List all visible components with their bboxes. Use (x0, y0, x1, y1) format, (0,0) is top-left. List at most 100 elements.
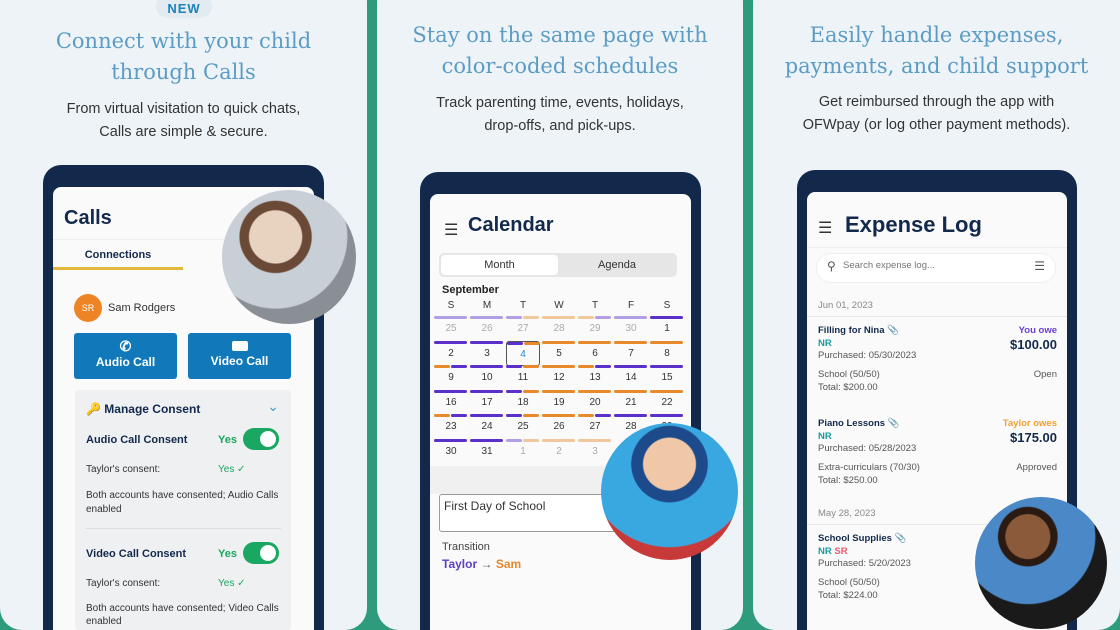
attachment-icon: 📎 (894, 533, 907, 544)
tab-month[interactable]: Month (441, 255, 558, 275)
audio-consent-message: Both accounts have consented; Audio Call… (86, 490, 279, 515)
calendar-day[interactable]: 20 (578, 389, 612, 415)
calendar-day[interactable]: 18 (506, 389, 540, 415)
parent-purple-bar (470, 316, 503, 319)
parent-orange-bar (434, 365, 450, 368)
calendar-day[interactable]: 28 (542, 316, 576, 341)
calendar-day[interactable]: 12 (542, 365, 576, 390)
calendar-day[interactable]: 1 (506, 438, 540, 464)
expense-status: Approved (1016, 462, 1057, 473)
calendar-day[interactable]: 5 (542, 340, 576, 366)
calendar-day[interactable]: 23 (434, 414, 468, 439)
calendar-day[interactable]: 2 (434, 340, 468, 366)
purchase-date: Purchased: 05/30/2023 (818, 350, 917, 361)
calendar-day[interactable]: 17 (470, 389, 504, 415)
phone-icon: ✆ (119, 338, 132, 354)
parent-purple-bar (595, 316, 611, 319)
parent-purple-bar (451, 414, 467, 417)
contact-name: Sam Rodgers (108, 302, 176, 314)
audio-consent-toggle[interactable] (243, 428, 279, 450)
calendar-day[interactable]: 8 (650, 340, 684, 366)
taylor-consent-value: Yes ✓ (218, 464, 246, 475)
parent-purple-bar (595, 414, 611, 417)
calendar-day[interactable]: 10 (470, 365, 504, 390)
calendar-day[interactable]: 13 (578, 365, 612, 390)
filter-sliders-icon[interactable]: ☰ (1034, 259, 1045, 273)
parent-purple-bar (614, 414, 647, 417)
expense-item[interactable]: Piano Lessons 📎 NR Purchased: 05/28/2023 Ex… (807, 415, 1067, 493)
search-bar[interactable]: ⚲ ☰ (817, 254, 1055, 282)
chevron-down-icon[interactable]: ⌄ (267, 398, 279, 415)
parent-orange-bar (614, 340, 647, 344)
date-header: Jun 01, 2023 (807, 300, 1067, 317)
transition-value: Taylor → Sam (442, 557, 522, 571)
calendar-day[interactable]: 27 (506, 316, 540, 341)
calendar-day[interactable]: 15 (650, 365, 684, 390)
headline: Connect with your child through Calls (55, 29, 312, 84)
month-label: September (442, 284, 499, 296)
purchase-date: Purchased: 05/28/2023 (818, 443, 917, 454)
calendar-day[interactable]: 27 (578, 414, 612, 439)
menu-icon[interactable]: ☰ (444, 220, 458, 240)
participant-tags: NR (818, 431, 832, 442)
parent-orange-bar (523, 414, 539, 417)
calendar-day[interactable]: 24 (470, 414, 504, 439)
calendar-day[interactable]: 21 (614, 389, 648, 415)
calendar-day[interactable]: 2 (542, 438, 576, 464)
search-input[interactable] (843, 260, 1013, 271)
calendar-day[interactable]: 25 (434, 316, 468, 341)
taylor-consent-label: Taylor's consent: (86, 464, 161, 475)
calendar-day[interactable]: 9 (434, 365, 468, 390)
taylor-consent-value: Yes ✓ (218, 578, 246, 589)
parent-purple-bar (434, 389, 467, 393)
calendar-day[interactable]: 6 (578, 340, 612, 366)
tab-agenda[interactable]: Agenda (559, 255, 675, 275)
calendar-day[interactable]: 29 (578, 316, 612, 341)
calendar-day[interactable]: 4 (506, 340, 540, 366)
parent-orange-bar (523, 438, 539, 442)
parent-orange-bar (542, 438, 575, 442)
calendar-day[interactable]: 14 (614, 365, 648, 390)
calendar-day[interactable]: 11 (506, 365, 540, 390)
calendar-day[interactable]: 1 (650, 316, 684, 341)
calendar-day[interactable]: 26 (470, 316, 504, 341)
parent-purple-bar (614, 365, 647, 368)
audio-call-button[interactable]: ✆ Audio Call (74, 333, 177, 379)
parent-purple-bar (506, 365, 522, 368)
phone-frame: ☰ Calendar Month Agenda September SMTWTF… (420, 172, 701, 630)
calendar-day[interactable]: 19 (542, 389, 576, 415)
calendar-day[interactable]: 22 (650, 389, 684, 415)
parent-purple-bar (506, 438, 522, 442)
calendar-day[interactable]: 7 (614, 340, 648, 366)
calendar-day[interactable]: 31 (470, 438, 504, 464)
calendar-day[interactable]: 16 (434, 389, 468, 415)
calendar-day[interactable]: 3 (470, 340, 504, 366)
owe-label: You owe (1018, 325, 1057, 336)
transition-label: Transition (442, 541, 490, 553)
video-consent-label: Video Call Consent (86, 548, 187, 560)
video-call-button[interactable]: Video Call (188, 333, 291, 379)
parent-orange-bar (524, 341, 540, 345)
calendar-day[interactable]: 26 (542, 414, 576, 439)
calendar-day[interactable]: 25 (506, 414, 540, 439)
video-consent-message: Both accounts have consented; Video Call… (86, 603, 279, 627)
parent-orange-bar (434, 414, 450, 417)
attachment-icon: 📎 (887, 418, 900, 429)
parent-purple-bar (650, 365, 683, 368)
video-consent-toggle[interactable] (243, 542, 279, 564)
calendar-day[interactable]: 30 (434, 438, 468, 464)
consent-header[interactable]: 🔑 Manage Consent (86, 402, 200, 416)
menu-icon[interactable]: ☰ (818, 218, 832, 238)
purchase-date: Purchased: 5/20/2023 (818, 558, 911, 569)
tab-connections[interactable]: Connections (53, 249, 183, 270)
parent-purple-bar (470, 389, 503, 393)
expense-amount: $100.00 (1010, 337, 1057, 352)
consent-section: 🔑 Manage Consent ⌄ Audio Call Consent Ye… (75, 390, 291, 630)
parent-orange-bar (523, 389, 539, 393)
subtitle: From virtual visitation to quick chats, C… (66, 101, 301, 140)
subtitle: Get reimbursed through the app with OFWpa… (802, 94, 1071, 133)
expense-item[interactable]: Filling for Nina 📎 NR Purchased: 05/30/202… (807, 322, 1067, 400)
calendar-day[interactable]: 30 (614, 316, 648, 341)
calendar-day[interactable]: 3 (578, 438, 612, 464)
parent-purple-bar (650, 316, 683, 319)
